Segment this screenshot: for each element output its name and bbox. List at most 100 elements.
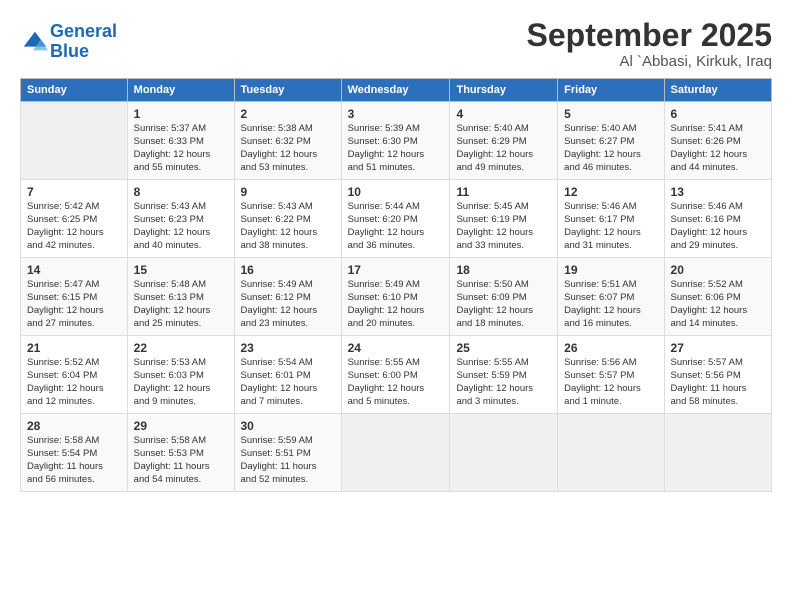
day-number: 4 — [456, 106, 551, 122]
header-row: SundayMondayTuesdayWednesdayThursdayFrid… — [21, 79, 772, 102]
col-header-saturday: Saturday — [664, 79, 771, 102]
day-number: 29 — [134, 418, 228, 434]
day-info: Sunrise: 5:40 AM Sunset: 6:29 PM Dayligh… — [456, 123, 551, 174]
logo: General Blue — [20, 22, 117, 62]
title-block: September 2025 Al `Abbasi, Kirkuk, Iraq — [527, 18, 772, 70]
day-cell: 9Sunrise: 5:43 AM Sunset: 6:22 PM Daylig… — [234, 180, 341, 258]
logo-line2: Blue — [50, 41, 89, 61]
day-cell: 30Sunrise: 5:59 AM Sunset: 5:51 PM Dayli… — [234, 414, 341, 492]
day-number: 13 — [671, 184, 765, 200]
calendar-table: SundayMondayTuesdayWednesdayThursdayFrid… — [20, 78, 772, 492]
col-header-tuesday: Tuesday — [234, 79, 341, 102]
day-cell — [450, 414, 558, 492]
day-number: 1 — [134, 106, 228, 122]
day-info: Sunrise: 5:48 AM Sunset: 6:13 PM Dayligh… — [134, 279, 228, 330]
day-info: Sunrise: 5:46 AM Sunset: 6:16 PM Dayligh… — [671, 201, 765, 252]
day-number: 2 — [241, 106, 335, 122]
day-cell: 24Sunrise: 5:55 AM Sunset: 6:00 PM Dayli… — [341, 336, 450, 414]
logo-line1: General — [50, 21, 117, 41]
col-header-sunday: Sunday — [21, 79, 128, 102]
day-info: Sunrise: 5:49 AM Sunset: 6:12 PM Dayligh… — [241, 279, 335, 330]
day-info: Sunrise: 5:42 AM Sunset: 6:25 PM Dayligh… — [27, 201, 121, 252]
day-info: Sunrise: 5:54 AM Sunset: 6:01 PM Dayligh… — [241, 357, 335, 408]
day-cell: 19Sunrise: 5:51 AM Sunset: 6:07 PM Dayli… — [558, 258, 664, 336]
day-number: 20 — [671, 262, 765, 278]
col-header-thursday: Thursday — [450, 79, 558, 102]
day-cell: 16Sunrise: 5:49 AM Sunset: 6:12 PM Dayli… — [234, 258, 341, 336]
day-number: 7 — [27, 184, 121, 200]
day-cell: 6Sunrise: 5:41 AM Sunset: 6:26 PM Daylig… — [664, 102, 771, 180]
day-cell — [21, 102, 128, 180]
day-info: Sunrise: 5:52 AM Sunset: 6:06 PM Dayligh… — [671, 279, 765, 330]
day-number: 30 — [241, 418, 335, 434]
day-cell: 28Sunrise: 5:58 AM Sunset: 5:54 PM Dayli… — [21, 414, 128, 492]
header: General Blue September 2025 Al `Abbasi, … — [20, 18, 772, 70]
day-cell: 15Sunrise: 5:48 AM Sunset: 6:13 PM Dayli… — [127, 258, 234, 336]
month-title: September 2025 — [527, 18, 772, 53]
day-cell: 18Sunrise: 5:50 AM Sunset: 6:09 PM Dayli… — [450, 258, 558, 336]
day-info: Sunrise: 5:55 AM Sunset: 5:59 PM Dayligh… — [456, 357, 551, 408]
day-number: 6 — [671, 106, 765, 122]
day-number: 27 — [671, 340, 765, 356]
day-info: Sunrise: 5:39 AM Sunset: 6:30 PM Dayligh… — [348, 123, 444, 174]
day-cell: 11Sunrise: 5:45 AM Sunset: 6:19 PM Dayli… — [450, 180, 558, 258]
day-number: 16 — [241, 262, 335, 278]
day-info: Sunrise: 5:37 AM Sunset: 6:33 PM Dayligh… — [134, 123, 228, 174]
day-info: Sunrise: 5:50 AM Sunset: 6:09 PM Dayligh… — [456, 279, 551, 330]
day-info: Sunrise: 5:53 AM Sunset: 6:03 PM Dayligh… — [134, 357, 228, 408]
day-info: Sunrise: 5:44 AM Sunset: 6:20 PM Dayligh… — [348, 201, 444, 252]
week-row-5: 28Sunrise: 5:58 AM Sunset: 5:54 PM Dayli… — [21, 414, 772, 492]
day-info: Sunrise: 5:51 AM Sunset: 6:07 PM Dayligh… — [564, 279, 657, 330]
day-cell — [664, 414, 771, 492]
logo-text: General Blue — [50, 22, 117, 62]
day-info: Sunrise: 5:56 AM Sunset: 5:57 PM Dayligh… — [564, 357, 657, 408]
week-row-1: 1Sunrise: 5:37 AM Sunset: 6:33 PM Daylig… — [21, 102, 772, 180]
col-header-friday: Friday — [558, 79, 664, 102]
day-info: Sunrise: 5:43 AM Sunset: 6:22 PM Dayligh… — [241, 201, 335, 252]
day-info: Sunrise: 5:41 AM Sunset: 6:26 PM Dayligh… — [671, 123, 765, 174]
day-number: 25 — [456, 340, 551, 356]
day-cell: 22Sunrise: 5:53 AM Sunset: 6:03 PM Dayli… — [127, 336, 234, 414]
day-number: 28 — [27, 418, 121, 434]
day-info: Sunrise: 5:57 AM Sunset: 5:56 PM Dayligh… — [671, 357, 765, 408]
day-info: Sunrise: 5:47 AM Sunset: 6:15 PM Dayligh… — [27, 279, 121, 330]
day-cell: 14Sunrise: 5:47 AM Sunset: 6:15 PM Dayli… — [21, 258, 128, 336]
day-cell: 10Sunrise: 5:44 AM Sunset: 6:20 PM Dayli… — [341, 180, 450, 258]
day-cell: 4Sunrise: 5:40 AM Sunset: 6:29 PM Daylig… — [450, 102, 558, 180]
day-info: Sunrise: 5:59 AM Sunset: 5:51 PM Dayligh… — [241, 435, 335, 486]
day-info: Sunrise: 5:43 AM Sunset: 6:23 PM Dayligh… — [134, 201, 228, 252]
day-cell — [558, 414, 664, 492]
col-header-monday: Monday — [127, 79, 234, 102]
day-cell: 29Sunrise: 5:58 AM Sunset: 5:53 PM Dayli… — [127, 414, 234, 492]
day-number: 15 — [134, 262, 228, 278]
day-info: Sunrise: 5:40 AM Sunset: 6:27 PM Dayligh… — [564, 123, 657, 174]
day-cell: 12Sunrise: 5:46 AM Sunset: 6:17 PM Dayli… — [558, 180, 664, 258]
location: Al `Abbasi, Kirkuk, Iraq — [527, 53, 772, 70]
day-cell: 1Sunrise: 5:37 AM Sunset: 6:33 PM Daylig… — [127, 102, 234, 180]
col-header-wednesday: Wednesday — [341, 79, 450, 102]
logo-icon — [20, 28, 48, 56]
day-number: 14 — [27, 262, 121, 278]
day-cell: 25Sunrise: 5:55 AM Sunset: 5:59 PM Dayli… — [450, 336, 558, 414]
day-number: 10 — [348, 184, 444, 200]
day-info: Sunrise: 5:38 AM Sunset: 6:32 PM Dayligh… — [241, 123, 335, 174]
day-cell — [341, 414, 450, 492]
day-info: Sunrise: 5:58 AM Sunset: 5:54 PM Dayligh… — [27, 435, 121, 486]
day-cell: 23Sunrise: 5:54 AM Sunset: 6:01 PM Dayli… — [234, 336, 341, 414]
day-number: 24 — [348, 340, 444, 356]
day-cell: 27Sunrise: 5:57 AM Sunset: 5:56 PM Dayli… — [664, 336, 771, 414]
day-number: 23 — [241, 340, 335, 356]
day-number: 3 — [348, 106, 444, 122]
day-number: 18 — [456, 262, 551, 278]
day-number: 12 — [564, 184, 657, 200]
day-number: 26 — [564, 340, 657, 356]
day-number: 19 — [564, 262, 657, 278]
day-cell: 7Sunrise: 5:42 AM Sunset: 6:25 PM Daylig… — [21, 180, 128, 258]
day-info: Sunrise: 5:45 AM Sunset: 6:19 PM Dayligh… — [456, 201, 551, 252]
day-number: 17 — [348, 262, 444, 278]
day-number: 11 — [456, 184, 551, 200]
day-number: 21 — [27, 340, 121, 356]
day-cell: 13Sunrise: 5:46 AM Sunset: 6:16 PM Dayli… — [664, 180, 771, 258]
day-number: 9 — [241, 184, 335, 200]
day-cell: 5Sunrise: 5:40 AM Sunset: 6:27 PM Daylig… — [558, 102, 664, 180]
